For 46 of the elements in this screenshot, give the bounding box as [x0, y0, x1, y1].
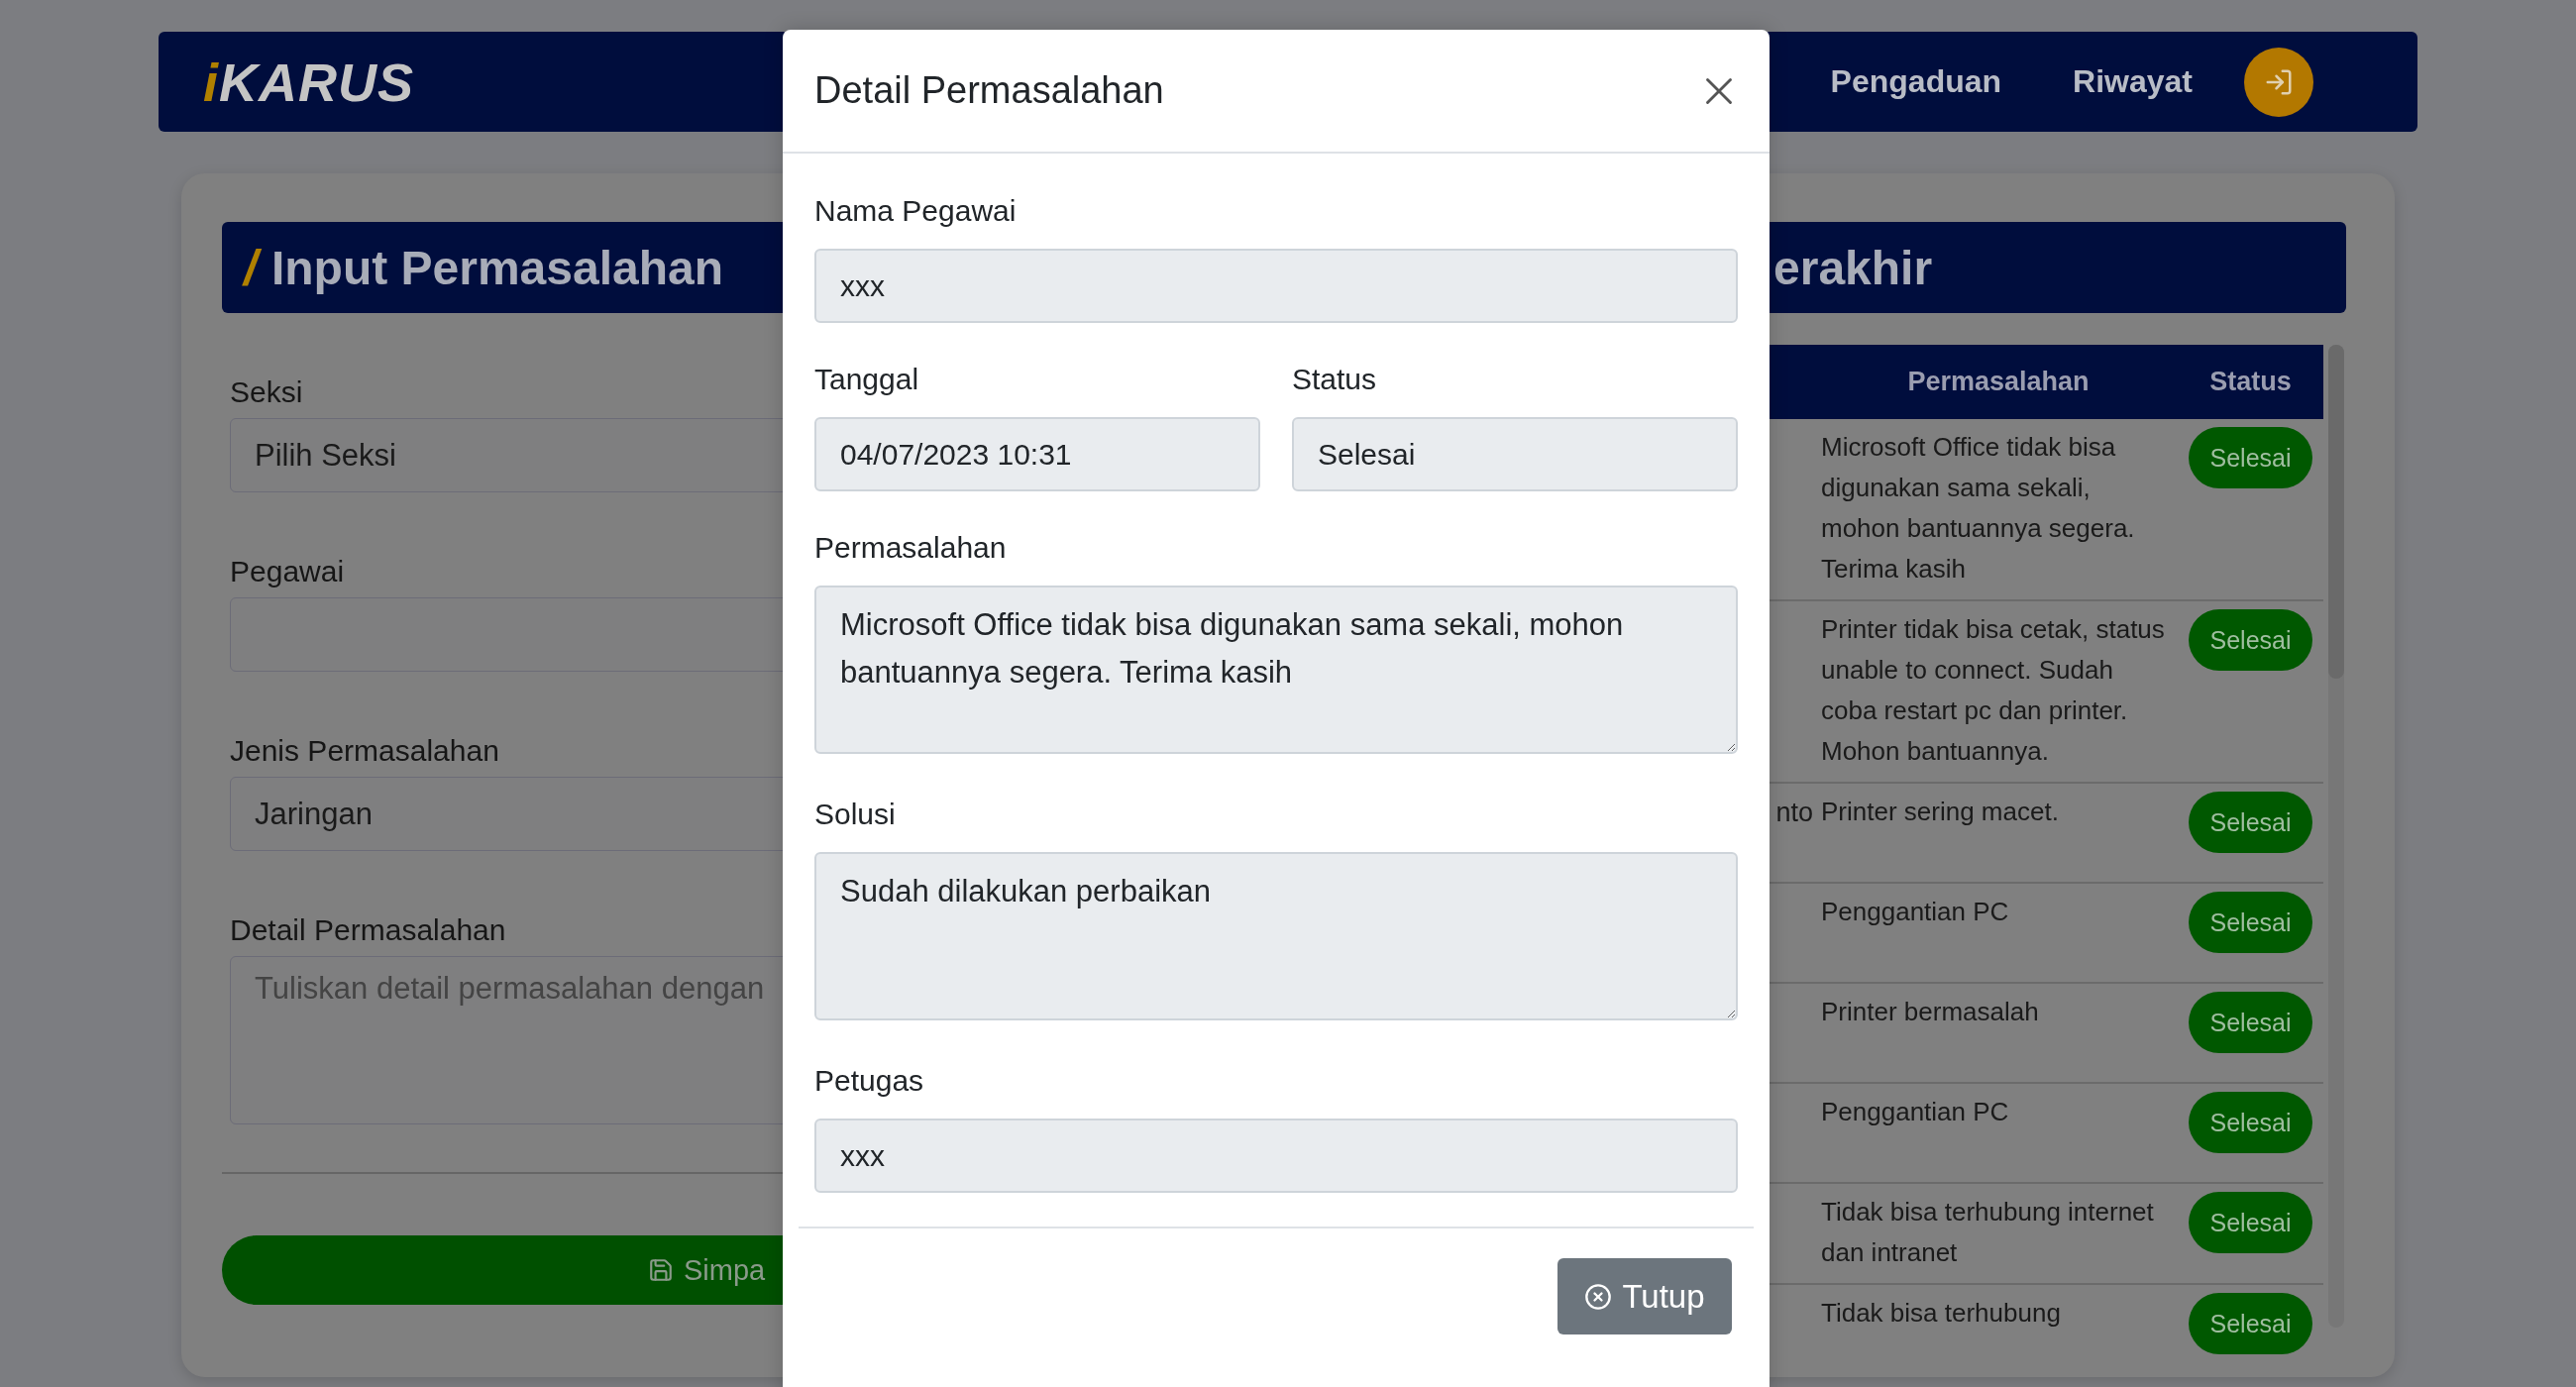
- table-cell-text: Printer sering macet.: [1820, 796, 2060, 828]
- field-label: Tanggal: [814, 362, 920, 397]
- input-field[interactable]: xxx: [814, 1119, 1738, 1193]
- table-cell-text: Penggantian PC: [1820, 896, 2010, 928]
- section-title: erakhir: [1773, 240, 1933, 295]
- field-label: Seksi: [230, 374, 304, 410]
- field-label: Status: [1292, 362, 1378, 397]
- field-label: Permasalahan: [814, 530, 1008, 566]
- status-badge: Selesai: [2189, 1092, 2312, 1153]
- status-badge: Selesai: [2189, 609, 2312, 671]
- section-title: Input Permasalahan: [270, 240, 724, 295]
- input-field[interactable]: 04/07/2023 10:31: [814, 417, 1260, 491]
- close-dialog-button[interactable]: Tutup: [1557, 1258, 1732, 1334]
- status-badge: Selesai: [2189, 792, 2312, 853]
- table-cell-text: Microsoft Office tidak bisa digunakan sama sekali, mohon bantuannya segera. Terima kasih: [1820, 431, 2136, 586]
- column-header: Status: [2208, 367, 2293, 397]
- app-logo: iKARUS: [203, 51, 415, 113]
- status-badge: Selesai: [2189, 1293, 2312, 1354]
- table-cell-text: nto: [1774, 797, 1814, 829]
- select-field[interactable]: Pilih Seksi: [230, 418, 783, 492]
- select-field[interactable]: Jaringan: [230, 777, 783, 851]
- textarea-field[interactable]: Sudah dilakukan perbaikan: [814, 852, 1738, 1020]
- field-label: Solusi: [814, 797, 897, 832]
- textarea-field[interactable]: Microsoft Office tidak bisa digunakan sama sekali, mohon bantuannya segera. Terima kasih: [814, 586, 1738, 754]
- field-label: Nama Pegawai: [814, 193, 1018, 229]
- input-field[interactable]: xxx: [814, 249, 1738, 323]
- table-cell-text: Tidak bisa terhubung internet dan intranet: [1820, 1196, 2155, 1269]
- dialog-title: Detail Permasalahan: [814, 69, 1164, 112]
- nav-link[interactable]: Riwayat: [2073, 63, 2193, 100]
- input-field[interactable]: Selesai: [1292, 417, 1738, 491]
- floppy-icon: [648, 1257, 674, 1283]
- table-cell-text: Penggantian PC: [1820, 1096, 2010, 1128]
- table-cell-text: Printer tidak bisa cetak, status unable to connect. Sudah coba restart pc dan printer. Mohon bantuannya.: [1820, 613, 2166, 768]
- status-badge: Selesai: [2189, 892, 2312, 953]
- field-label: Petugas: [814, 1063, 925, 1099]
- status-badge: Selesai: [2189, 1192, 2312, 1253]
- nav-link[interactable]: Pengaduan: [1830, 63, 2002, 100]
- status-badge: Selesai: [2189, 992, 2312, 1053]
- field-label: Detail Permasalahan: [230, 912, 507, 948]
- close-circle-icon: [1584, 1282, 1613, 1311]
- status-badge: Selesai: [2189, 427, 2312, 488]
- column-header: Permasalahan: [1906, 367, 2091, 397]
- field-label: Jenis Permasalahan: [230, 733, 500, 769]
- table-cell-text: Printer bermasalah: [1820, 996, 2040, 1028]
- field-label: Pegawai: [230, 554, 346, 589]
- table-cell-text: Tidak bisa terhubung: [1820, 1297, 2062, 1330]
